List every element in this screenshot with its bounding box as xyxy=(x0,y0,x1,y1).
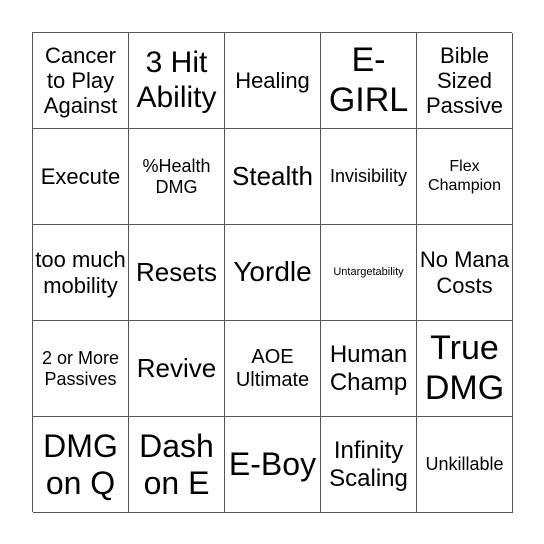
bingo-cell[interactable]: True DMG xyxy=(417,321,513,417)
bingo-cell-text: Resets xyxy=(136,256,217,287)
bingo-grid: Cancer to Play Against 3 Hit Ability Heali… xyxy=(32,32,513,513)
bingo-cell-text: Healing xyxy=(235,67,310,93)
bingo-cell[interactable]: Cancer to Play Against xyxy=(33,33,129,129)
bingo-cell[interactable]: No Mana Costs xyxy=(417,225,513,321)
bingo-cell-text: Yordle xyxy=(233,256,312,288)
bingo-cell[interactable]: too much mobility xyxy=(33,225,129,321)
bingo-cell[interactable]: Human Champ xyxy=(321,321,417,417)
bingo-cell-text: Human Champ xyxy=(329,340,408,396)
bingo-cell[interactable]: Stealth xyxy=(225,129,321,225)
bingo-cell[interactable]: E-Boy xyxy=(225,417,321,513)
bingo-cell-text: Dash on E xyxy=(139,427,214,501)
bingo-cell-text: E-Boy xyxy=(228,446,317,483)
bingo-cell-text: AOE Ultimate xyxy=(235,345,310,391)
bingo-cell[interactable]: 2 or More Passives xyxy=(33,321,129,417)
bingo-cell-text: Stealth xyxy=(232,160,313,191)
bingo-cell[interactable]: Execute xyxy=(33,129,129,225)
bingo-cell[interactable]: Yordle xyxy=(225,225,321,321)
bingo-cell[interactable]: Dash on E xyxy=(129,417,225,513)
bingo-cell[interactable]: Healing xyxy=(225,33,321,129)
bingo-cell[interactable]: Infinity Scaling xyxy=(321,417,417,513)
bingo-cell-text: Invisibility xyxy=(329,166,408,187)
bingo-cell-text: 3 Hit Ability xyxy=(136,46,217,114)
bingo-cell[interactable]: AOE Ultimate xyxy=(225,321,321,417)
bingo-cell[interactable]: Bible Sized Passive xyxy=(417,33,513,129)
bingo-cell-text: Bible Sized Passive xyxy=(425,42,504,119)
bingo-cell[interactable]: 3 Hit Ability xyxy=(129,33,225,129)
bingo-cell[interactable]: E-GIRL xyxy=(321,33,417,129)
bingo-cell-text: Unkillable xyxy=(425,454,504,475)
bingo-cell[interactable]: Untargetability xyxy=(321,225,417,321)
bingo-cell-text: DMG on Q xyxy=(43,427,118,501)
bingo-cell-text: E-GIRL xyxy=(328,41,409,119)
bingo-cell-text: too much mobility xyxy=(35,247,126,298)
bingo-cell[interactable]: Invisibility xyxy=(321,129,417,225)
bingo-cell[interactable]: Resets xyxy=(129,225,225,321)
bingo-cell-text: No Mana Costs xyxy=(419,247,510,298)
bingo-cell-text: 2 or More Passives xyxy=(41,347,120,389)
bingo-cell[interactable]: DMG on Q xyxy=(33,417,129,513)
bingo-cell-text: Flex Champion xyxy=(428,158,501,194)
bingo-cell-text: Untargetability xyxy=(333,266,404,279)
bingo-cell-text: True DMG xyxy=(424,329,505,407)
bingo-cell[interactable]: Revive xyxy=(129,321,225,417)
bingo-cell-text: Execute xyxy=(40,163,121,189)
bingo-cell[interactable]: Flex Champion xyxy=(417,129,513,225)
bingo-cell-text: Revive xyxy=(136,352,217,383)
bingo-cell[interactable]: Unkillable xyxy=(417,417,513,513)
bingo-cell-text: Infinity Scaling xyxy=(329,436,408,492)
bingo-cell-text: %Health DMG xyxy=(142,155,211,197)
bingo-cell-text: Cancer to Play Against xyxy=(43,42,118,119)
bingo-cell[interactable]: %Health DMG xyxy=(129,129,225,225)
